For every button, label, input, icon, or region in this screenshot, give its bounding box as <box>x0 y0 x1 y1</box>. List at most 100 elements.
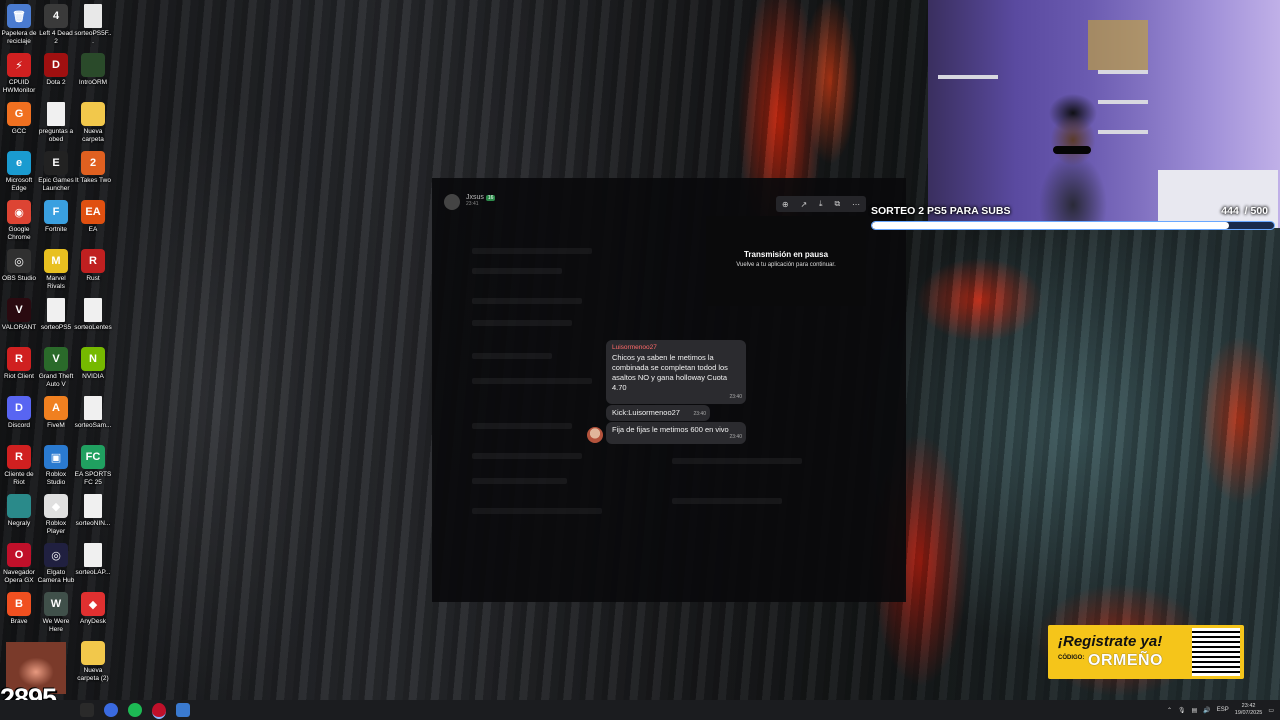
zoom-icon[interactable]: ⊕ <box>782 200 789 209</box>
clock-date: 19/07/2025 <box>1234 710 1263 716</box>
opera-taskbar-icon[interactable] <box>152 703 166 719</box>
language-indicator[interactable]: ESP <box>1217 707 1229 713</box>
chat-message[interactable]: Kick:Luisormenoo27 23:40 <box>606 405 710 421</box>
desktop-icon-label: EA SPORTS FC 25 <box>74 471 112 486</box>
notification-icon[interactable]: ▭ <box>1268 707 1274 714</box>
desktop-icon[interactable]: B Brave <box>0 592 38 626</box>
volume-icon[interactable]: 🔊 <box>1203 707 1210 714</box>
giveaway-count: 444 / 500 <box>1221 205 1268 217</box>
desktop-icon-label: Negraly <box>7 520 31 527</box>
desktop-icon[interactable]: R Riot Client <box>0 347 38 381</box>
promo-code-label: CÓDIGO: <box>1058 655 1085 661</box>
user-avatar[interactable] <box>444 194 460 210</box>
desktop-icon-label: Discord <box>7 422 31 429</box>
desktop-icon-label: Nueva carpeta <box>82 128 104 143</box>
desktop-icon[interactable]: sorteoLAP... <box>74 543 112 577</box>
desktop-icon[interactable]: ◎ OBS Studio <box>0 249 38 283</box>
desktop-icon[interactable]: ⚡ CPUID HWMonitor <box>0 53 38 94</box>
desktop-icon[interactable]: D Discord <box>0 396 38 430</box>
desktop-icon[interactable]: preguntas a obed <box>37 102 75 143</box>
desktop-icon[interactable]: e Microsoft Edge <box>0 151 38 192</box>
desktop-icon-label: sorteoNIN... <box>75 520 111 527</box>
desktop-icon[interactable]: IntroORM <box>74 53 112 87</box>
message-time: 23:40 <box>729 394 742 400</box>
desktop-icon[interactable]: ◉ Google Chrome <box>0 200 38 241</box>
app-icon <box>84 494 102 518</box>
chat-header: Jxsus 16 23:41 <box>444 194 496 210</box>
app-icon: 🗑 <box>7 4 31 28</box>
desktop-icon[interactable]: ◆ Roblox Player <box>37 494 75 535</box>
desktop-icon[interactable]: E Epic Games Launcher <box>37 151 75 192</box>
desktop-icon[interactable]: D Dota 2 <box>37 53 75 87</box>
desktop-icon-label: Nueva carpeta (2) <box>77 667 109 682</box>
desktop-icon[interactable]: sorteoNIN... <box>74 494 112 528</box>
desktop-icon[interactable]: W We Were Here <box>37 592 75 633</box>
desktop-icon[interactable]: sorteoLentes <box>74 298 112 332</box>
desktop-icon-label: Dota 2 <box>46 79 66 86</box>
desktop-icon[interactable]: V Grand Theft Auto V <box>37 347 75 388</box>
desktop-icon[interactable]: 🗑 Papelera de reciclaje <box>0 4 38 45</box>
player-toolbar: ⊕ ↗ ⤓ ⧉ ⋯ <box>776 196 866 212</box>
desktop-icon[interactable]: R Rust <box>74 249 112 283</box>
app-icon: D <box>44 53 68 77</box>
app-icon: G <box>7 102 31 126</box>
desktop-icon[interactable]: Nueva carpeta <box>74 102 112 143</box>
desktop-icon[interactable]: sorteoPS5F... <box>74 4 112 45</box>
app-icon <box>84 4 102 28</box>
desktop-icon[interactable]: ◎ Elgato Camera Hub <box>37 543 75 584</box>
clock[interactable]: 23:42 19/07/2025 <box>1235 703 1263 717</box>
app-icon: N <box>81 347 105 371</box>
desktop-icon[interactable]: sorteoSam... <box>74 396 112 430</box>
desktop-icon[interactable]: M Marvel Rivals <box>37 249 75 290</box>
desktop-icon[interactable]: G GCC <box>0 102 38 136</box>
app-icon: E <box>44 151 68 175</box>
network-icon[interactable]: ▤ <box>1192 707 1198 714</box>
desktop-icon[interactable]: Nueva carpeta (2) <box>74 641 112 682</box>
desktop-icon[interactable]: FC EA SPORTS FC 25 <box>74 445 112 486</box>
desktop-icon-label: AnyDesk <box>79 618 106 625</box>
desktop-icon-label: We Were Here <box>42 618 70 633</box>
desktop-icon[interactable]: ◆ AnyDesk <box>74 592 112 626</box>
download-icon[interactable]: ⤓ <box>819 199 823 209</box>
desktop-icon-label: sorteoPS5F... <box>74 30 112 45</box>
desktop-icon-label: Papelera de reciclaje <box>1 30 37 45</box>
desktop-icon[interactable]: ▣ Roblox Studio <box>37 445 75 486</box>
desktop-icon[interactable]: N NVIDIA <box>74 347 112 381</box>
promo-headline: ¡Registrate ya! <box>1058 633 1163 650</box>
mic-icon[interactable]: 🎙 <box>1178 707 1186 714</box>
desktop-icon-label: Left 4 Dead 2 <box>39 30 73 45</box>
chat-message[interactable]: Luisormenoo27 Chicos ya saben le metimos… <box>606 340 746 404</box>
desktop-icon[interactable]: 2 It Takes Two <box>74 151 112 185</box>
app-icon: e <box>7 151 31 175</box>
more-icon[interactable]: ⋯ <box>852 200 860 209</box>
chat-username[interactable]: Jxsus <box>466 194 484 201</box>
app-icon <box>47 102 65 126</box>
system-tray: ⌃ 🎙 ▤ 🔊 ESP 23:42 19/07/2025 ▭ <box>1167 700 1274 720</box>
chat-time: 23:41 <box>466 201 479 207</box>
app-icon: B <box>7 592 31 616</box>
spotify-taskbar-icon[interactable] <box>128 703 142 717</box>
app-icon <box>84 543 102 567</box>
chrome-taskbar-icon[interactable] <box>104 703 118 717</box>
search-icon[interactable] <box>80 703 94 717</box>
desktop-icon[interactable]: R Cliente de Riot <box>0 445 38 486</box>
app-icon: R <box>7 347 31 371</box>
desktop-icon[interactable]: A FiveM <box>37 396 75 430</box>
desktop-icon-label: It Takes Two <box>75 177 111 184</box>
message-avatar[interactable] <box>587 427 603 443</box>
chat-message[interactable]: Fija de fijas le metimos 600 en vivo 23:… <box>606 422 746 444</box>
desktop-icon[interactable]: EA EA <box>74 200 112 234</box>
share-icon[interactable]: ↗ <box>800 200 807 209</box>
external-icon[interactable]: ⧉ <box>834 199 840 209</box>
desktop-icon[interactable]: 4 Left 4 Dead 2 <box>37 4 75 45</box>
app-taskbar-icon[interactable] <box>176 703 190 717</box>
app-icon <box>81 641 105 665</box>
desktop-icon[interactable]: V VALORANT <box>0 298 38 332</box>
chevron-up-icon[interactable]: ⌃ <box>1167 707 1172 714</box>
desktop-icon[interactable]: Negraly <box>0 494 38 528</box>
desktop-icon[interactable]: sorteoPS5 <box>37 298 75 332</box>
promo-banner: ¡Registrate ya! CÓDIGO: ORMEÑO <box>1048 625 1244 679</box>
desktop-icon[interactable]: O Navegador Opera GX <box>0 543 38 584</box>
desktop-icon[interactable]: F Fortnite <box>37 200 75 234</box>
app-icon: V <box>7 298 31 322</box>
